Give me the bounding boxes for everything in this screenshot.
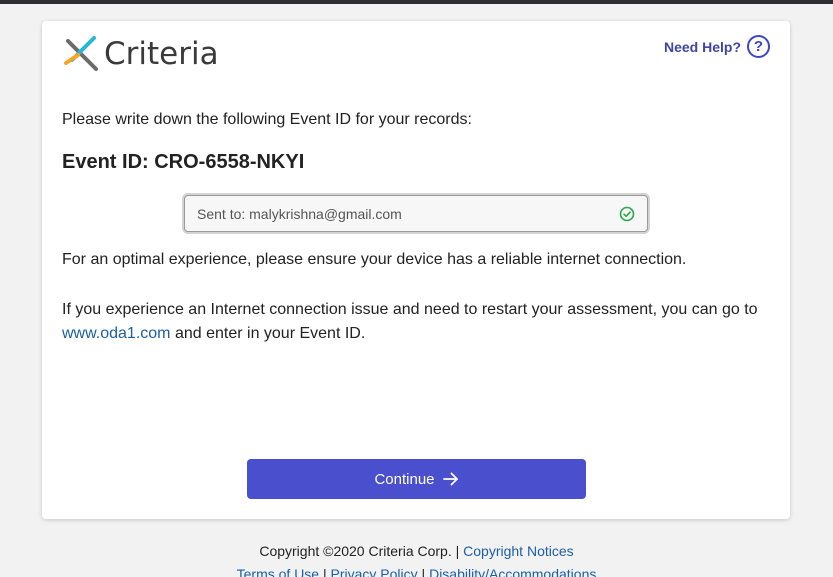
check-circle-icon xyxy=(619,206,635,221)
restart-text-after: and enter in your Event ID. xyxy=(174,325,366,342)
disability-accommodations-link[interactable]: Disability/Accommodations xyxy=(429,566,596,577)
connection-notice: For an optimal experience, please ensure… xyxy=(62,251,687,268)
need-help-link[interactable]: Need Help? ? xyxy=(664,35,770,58)
continue-label[interactable]: Continue xyxy=(374,471,434,488)
criteria-logo: Criteria xyxy=(62,33,219,75)
arrow-right-icon[interactable] xyxy=(442,472,459,486)
criteria-x-logo-icon xyxy=(64,36,98,71)
logo-text: Criteria xyxy=(104,36,219,72)
restart-notice: If you experience an Internet connection… xyxy=(62,298,774,346)
instruction-text: Please write down the following Event ID… xyxy=(62,111,472,128)
need-help-label[interactable]: Need Help? xyxy=(664,39,741,55)
footer-line-2: Terms of Use | Privacy Policy | Disabili… xyxy=(0,563,833,577)
footer: Copyright ©2020 Criteria Corp. | Copyrig… xyxy=(0,540,833,577)
sent-to-text: Sent to: malykrishna@gmail.com xyxy=(197,205,402,222)
question-circle-icon[interactable]: ? xyxy=(747,35,770,58)
privacy-policy-link[interactable]: Privacy Policy xyxy=(331,566,418,577)
copyright-notices-link[interactable]: Copyright Notices xyxy=(463,543,574,559)
restart-text-before: If you experience an Internet connection… xyxy=(62,301,758,318)
event-id: Event ID: CRO-6558-NKYI xyxy=(62,151,305,173)
sent-to-field: Sent to: malykrishna@gmail.com xyxy=(184,195,648,232)
terms-of-use-link[interactable]: Terms of Use xyxy=(237,566,319,577)
continue-button[interactable]: Continue xyxy=(247,459,586,499)
footer-line-1: Copyright ©2020 Criteria Corp. | Copyrig… xyxy=(0,540,833,563)
footer-separator: | xyxy=(322,566,327,577)
footer-separator: | xyxy=(455,543,460,559)
copyright-text: Copyright ©2020 Criteria Corp. xyxy=(259,543,452,559)
top-bar xyxy=(0,0,833,4)
oda1-link[interactable]: www.oda1.com xyxy=(62,325,171,342)
main-card: Criteria Need Help? ? Please write down … xyxy=(42,21,790,519)
footer-separator: | xyxy=(421,566,426,577)
